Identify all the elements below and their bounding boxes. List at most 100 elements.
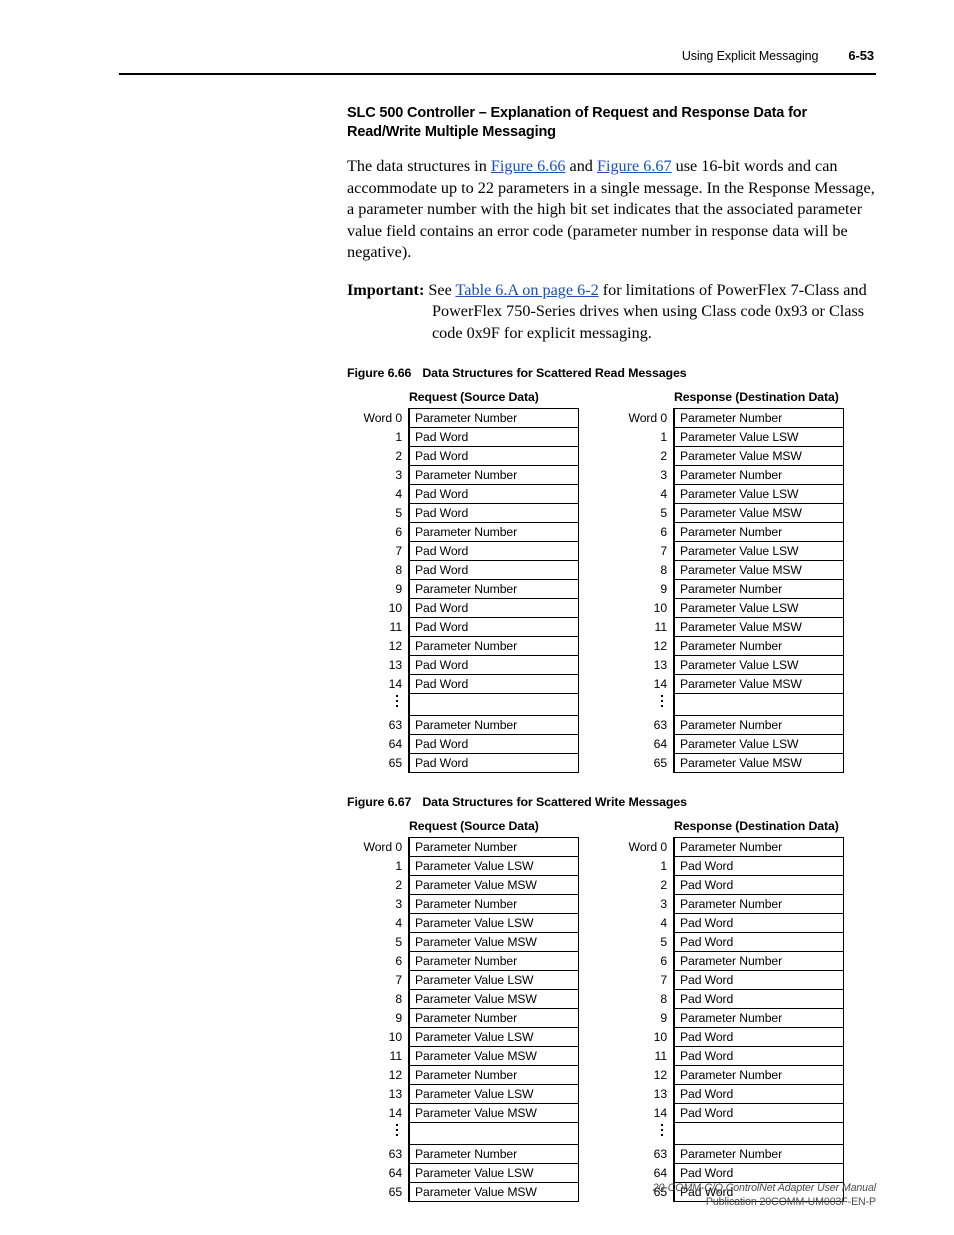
- row-label: 9: [395, 1010, 402, 1025]
- table-row: 64 Pad Word: [612, 1163, 844, 1183]
- table-row: 63 Parameter Number: [347, 1144, 579, 1164]
- vertical-ellipsis-icon: [396, 1123, 402, 1139]
- row-label: 12: [653, 638, 667, 653]
- table-row: 65 Parameter Value MSW: [347, 1182, 579, 1202]
- word-cell: Parameter Value LSW: [673, 541, 844, 561]
- row-label: 8: [395, 562, 402, 577]
- row-label: 2: [660, 448, 667, 463]
- row-label: 14: [388, 676, 402, 691]
- word-cell: Parameter Number: [673, 1144, 844, 1164]
- figure-6-67-response-table: Word 0 Parameter Number 1 Pad Word 2 Pad Word…: [612, 837, 844, 1202]
- word-cell: Parameter Number: [408, 894, 579, 914]
- table-row: 4 Parameter Value LSW: [347, 913, 579, 933]
- table-row: 5 Parameter Value MSW: [612, 503, 844, 523]
- row-label: 10: [388, 600, 402, 615]
- row-label: 13: [388, 657, 402, 672]
- figure-6-67-request-table: Word 0 Parameter Number 1 Parameter Value L…: [347, 837, 579, 1202]
- table-row: 13 Pad Word: [347, 655, 579, 675]
- figure-6-67-link[interactable]: Figure 6.67: [597, 157, 672, 175]
- word-cell: Parameter Number: [408, 465, 579, 485]
- word-cell: Parameter Number: [673, 408, 844, 428]
- row-label: 1: [660, 429, 667, 444]
- word-cell: Parameter Value MSW: [408, 1046, 579, 1066]
- word-cell: Parameter Number: [673, 715, 844, 735]
- figure-6-66-caption-text: Data Structures for Scattered Read Messa…: [422, 366, 687, 380]
- row-label-ellipsis: [612, 694, 674, 716]
- table-row: 10 Parameter Value LSW: [612, 598, 844, 618]
- table-row: 10 Parameter Value LSW: [347, 1027, 579, 1047]
- table-row: 64 Parameter Value LSW: [347, 1163, 579, 1183]
- table-row: 13 Parameter Value LSW: [347, 1084, 579, 1104]
- vertical-ellipsis-icon: [661, 694, 667, 710]
- row-label: 6: [660, 524, 667, 539]
- table-row: 10 Pad Word: [612, 1027, 844, 1047]
- figure-6-67-tables: Request (Source Data) Word 0 Parameter Nu…: [347, 819, 877, 1202]
- figure-6-67-response-column: Response (Destination Data) Word 0 Parame…: [612, 819, 877, 1202]
- row-label: 11: [389, 1048, 403, 1063]
- row-label: 10: [653, 600, 667, 615]
- table-row: 9 Parameter Number: [612, 579, 844, 599]
- table-row: 8 Parameter Value MSW: [347, 989, 579, 1009]
- word-cell: Parameter Value MSW: [408, 1182, 579, 1202]
- word-cell: Parameter Value LSW: [408, 1027, 579, 1047]
- word-cell: Parameter Number: [673, 579, 844, 599]
- table-row: 6 Parameter Number: [347, 951, 579, 971]
- table-6a-link[interactable]: Table 6.A on page 6-2: [456, 281, 599, 299]
- important-label: Important:: [347, 280, 425, 299]
- figure-6-67-request-heading: Request (Source Data): [409, 819, 539, 833]
- page-title: SLC 500 Controller – Explanation of Requ…: [347, 105, 807, 140]
- vertical-ellipsis-icon: [661, 1123, 667, 1139]
- row-label: 7: [660, 972, 667, 987]
- table-row: 7 Pad Word: [612, 970, 844, 990]
- row-label: 65: [653, 755, 667, 770]
- table-body: Word 0 Parameter Number 1 Parameter Value L…: [612, 408, 844, 773]
- word-cell-empty: [408, 693, 579, 716]
- figure-6-66-link[interactable]: Figure 6.66: [491, 157, 566, 175]
- table-row: 65 Pad Word: [347, 753, 579, 773]
- table-row: 2 Parameter Value MSW: [612, 446, 844, 466]
- word-cell: Parameter Value MSW: [408, 875, 579, 895]
- table-row: 7 Pad Word: [347, 541, 579, 561]
- table-row: Word 0 Parameter Number: [612, 837, 844, 857]
- figure-6-66-request-heading: Request (Source Data): [409, 390, 539, 404]
- figure-6-66-request-table: Word 0 Parameter Number 1 Pad Word 2 Pad Word…: [347, 408, 579, 773]
- row-label: 8: [395, 991, 402, 1006]
- row-label: 4: [395, 915, 402, 930]
- word-cell: Parameter Number: [673, 894, 844, 914]
- footer-publication: Publication 20COMM-UM003F-EN-P: [705, 1196, 876, 1208]
- table-row: 5 Pad Word: [612, 932, 844, 952]
- row-label: 63: [653, 1146, 667, 1161]
- row-label: 3: [660, 896, 667, 911]
- word-cell-empty: [673, 693, 844, 716]
- row-label: 7: [395, 972, 402, 987]
- word-cell: Parameter Value LSW: [673, 427, 844, 447]
- word-cell: Parameter Value LSW: [408, 1163, 579, 1183]
- row-label: 64: [653, 1165, 667, 1180]
- table-row: 10 Pad Word: [347, 598, 579, 618]
- row-label: 5: [395, 934, 402, 949]
- intro-paragraph: The data structures in Figure 6.66 and F…: [347, 156, 877, 264]
- word-cell: Parameter Number: [673, 1008, 844, 1028]
- row-label-ellipsis: [347, 694, 409, 716]
- word-cell: Pad Word: [673, 1046, 844, 1066]
- header-chapter-title: Using Explicit Messaging: [681, 49, 819, 63]
- word-cell: Parameter Value MSW: [408, 1103, 579, 1123]
- word-cell: Pad Word: [408, 753, 579, 773]
- word-cell: Pad Word: [408, 617, 579, 637]
- table-row: 12 Parameter Number: [347, 636, 579, 656]
- table-row: 11 Pad Word: [612, 1046, 844, 1066]
- intro-text-part2: and: [565, 157, 597, 175]
- word-cell: Pad Word: [408, 446, 579, 466]
- table-row: [612, 693, 844, 716]
- word-cell: Pad Word: [673, 1103, 844, 1123]
- page-footer: 20-COMM-C/Q ControlNet Adapter User Manu…: [653, 1181, 876, 1209]
- word-cell: Parameter Value LSW: [673, 598, 844, 618]
- table-row: [612, 1122, 844, 1145]
- table-row: 4 Parameter Value LSW: [612, 484, 844, 504]
- figure-6-67: Figure 6.67 Data Structures for Scattered…: [347, 795, 877, 1202]
- word-cell: Parameter Number: [408, 408, 579, 428]
- table-row: 9 Parameter Number: [347, 579, 579, 599]
- figure-6-66: Figure 6.66 Data Structures for Scattered…: [347, 366, 877, 773]
- table-row: 9 Parameter Number: [347, 1008, 579, 1028]
- row-label: 7: [395, 543, 402, 558]
